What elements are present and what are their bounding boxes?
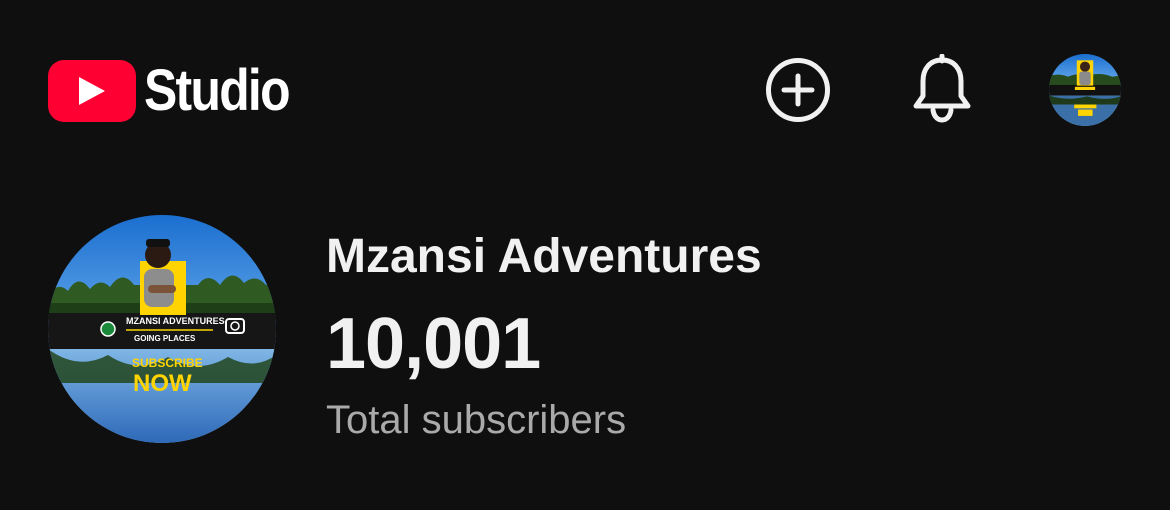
account-avatar[interactable] xyxy=(1049,54,1121,126)
avatar-cta-top: SUBSCRIBE xyxy=(132,356,203,370)
channel-avatar-large[interactable]: MZANSI ADVENTURES GOING PLACES SUBSCRIBE… xyxy=(48,215,276,443)
avatar-cta-bottom: NOW xyxy=(133,370,192,397)
channel-avatar-image xyxy=(1049,54,1121,126)
notifications-button[interactable] xyxy=(908,52,976,126)
channel-summary: MZANSI ADVENTURES GOING PLACES SUBSCRIBE… xyxy=(48,215,1118,447)
avatar-tagline-text: GOING PLACES xyxy=(134,334,196,343)
studio-wordmark: Studio xyxy=(144,58,291,123)
top-app-bar: Studio xyxy=(0,0,1170,180)
channel-name: Mzansi Adventures xyxy=(326,230,762,283)
subscriber-count: 10,001 xyxy=(326,304,541,384)
studio-page: Studio MZANSI ADVENTURES GOING PLACES SU… xyxy=(0,0,1170,510)
add-circle-icon xyxy=(766,58,830,122)
avatar-banner-text: MZANSI ADVENTURES xyxy=(126,316,225,326)
bell-icon xyxy=(913,54,971,123)
subscriber-label: Total subscribers xyxy=(326,398,627,442)
channel-avatar-image: MZANSI ADVENTURES GOING PLACES SUBSCRIBE… xyxy=(48,215,276,443)
youtube-play-icon xyxy=(48,60,136,122)
youtube-studio-logo[interactable]: Studio xyxy=(48,56,312,126)
create-button[interactable] xyxy=(764,56,832,124)
